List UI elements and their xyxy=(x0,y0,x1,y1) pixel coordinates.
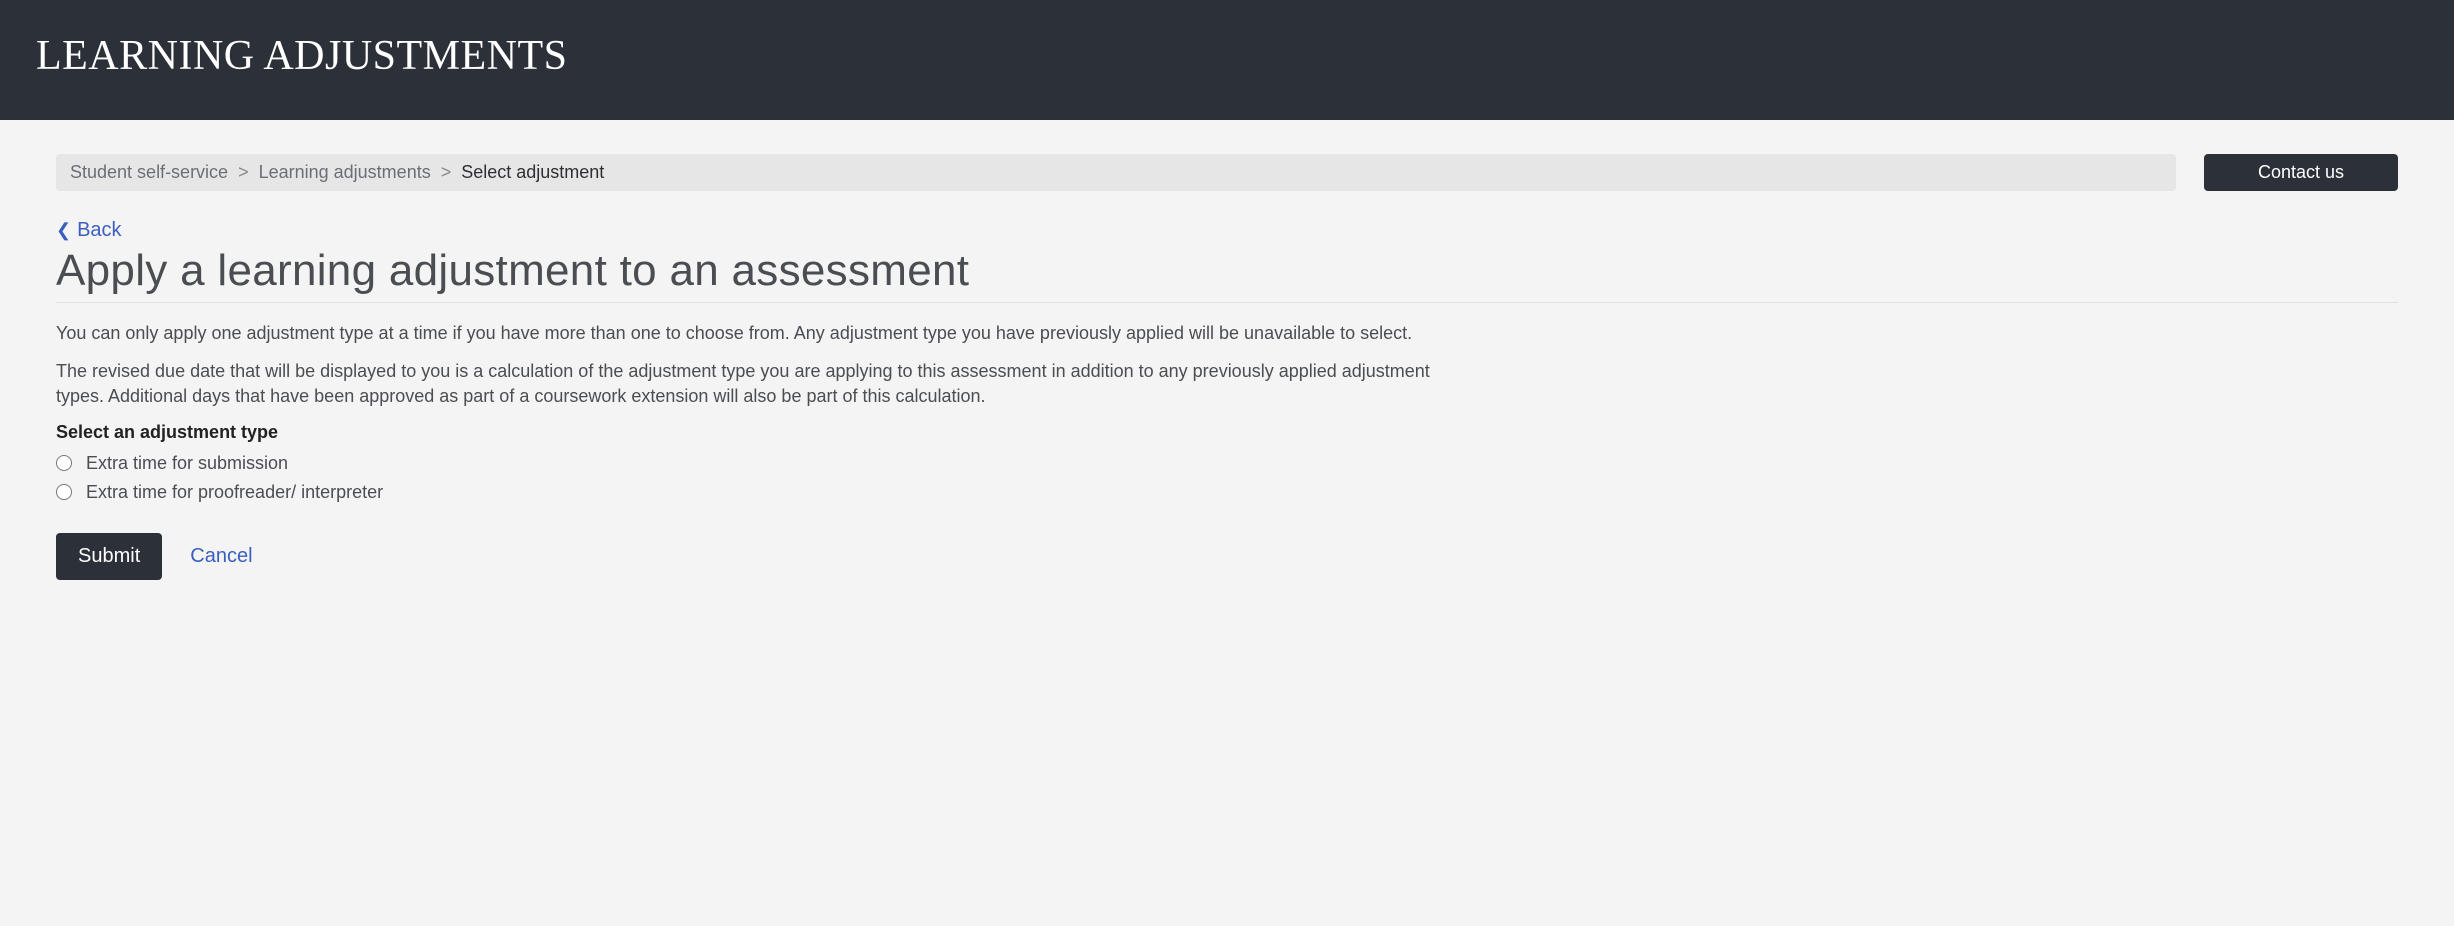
adjustment-option-radio[interactable] xyxy=(56,484,72,500)
adjustment-option-label[interactable]: Extra time for proofreader/ interpreter xyxy=(86,482,383,503)
back-link-label: Back xyxy=(77,219,121,242)
adjustment-type-label: Select an adjustment type xyxy=(56,422,2398,443)
adjustment-option-radio[interactable] xyxy=(56,455,72,471)
breadcrumb-separator: > xyxy=(441,162,452,183)
intro-paragraph: The revised due date that will be displa… xyxy=(56,359,1436,408)
breadcrumb: Student self-service > Learning adjustme… xyxy=(56,154,2176,191)
back-link[interactable]: ❮ Back xyxy=(56,219,122,242)
form-actions: Submit Cancel xyxy=(56,533,2398,580)
breadcrumb-item[interactable]: Student self-service xyxy=(70,162,228,183)
breadcrumb-item[interactable]: Learning adjustments xyxy=(259,162,431,183)
cancel-link[interactable]: Cancel xyxy=(190,545,252,568)
page-title: Apply a learning adjustment to an assess… xyxy=(56,246,2398,303)
breadcrumb-separator: > xyxy=(238,162,249,183)
intro-paragraph: You can only apply one adjustment type a… xyxy=(56,321,1436,345)
top-row: Student self-service > Learning adjustme… xyxy=(56,154,2398,191)
adjustment-option-row[interactable]: Extra time for proofreader/ interpreter xyxy=(56,482,2398,503)
adjustment-option-row[interactable]: Extra time for submission xyxy=(56,453,2398,474)
breadcrumb-current: Select adjustment xyxy=(461,162,604,183)
page-content: Student self-service > Learning adjustme… xyxy=(0,120,2454,626)
app-header: LEARNING ADJUSTMENTS xyxy=(0,0,2454,120)
chevron-left-icon: ❮ xyxy=(56,220,71,241)
adjustment-option-label[interactable]: Extra time for submission xyxy=(86,453,288,474)
contact-us-button[interactable]: Contact us xyxy=(2204,154,2398,191)
submit-button[interactable]: Submit xyxy=(56,533,162,580)
app-title: LEARNING ADJUSTMENTS xyxy=(36,32,2418,80)
